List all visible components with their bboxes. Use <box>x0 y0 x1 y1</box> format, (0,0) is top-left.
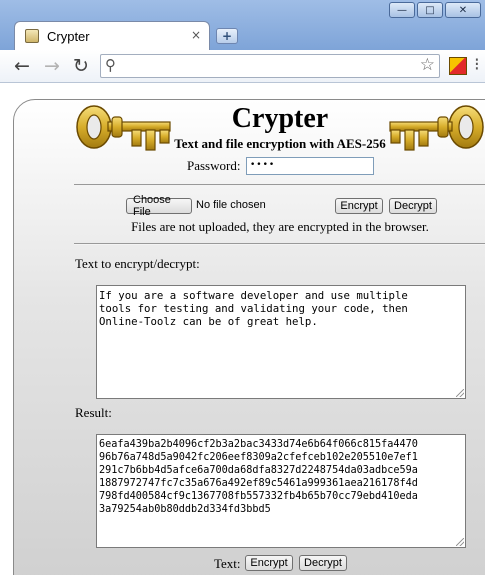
no-file-text: No file chosen <box>196 199 266 211</box>
forward-button[interactable]: → <box>41 55 63 77</box>
file-encrypt-button[interactable]: Encrypt <box>335 198 383 214</box>
tab-title: Crypter <box>47 28 90 44</box>
text-encrypt-button[interactable]: Encrypt <box>245 555 293 571</box>
choose-file-button[interactable]: Choose File <box>126 194 192 218</box>
extension-icon[interactable] <box>449 57 467 75</box>
new-tab-button[interactable]: + <box>216 28 238 44</box>
divider-top <box>74 184 485 186</box>
wrench-menu-icon[interactable]: ⁝ <box>474 54 480 75</box>
result-label: Result: <box>75 405 112 420</box>
back-button[interactable]: ← <box>11 55 33 77</box>
favicon-icon <box>25 29 39 43</box>
page-title: Crypter <box>231 103 329 134</box>
text-action-label: Text: <box>214 556 241 571</box>
maximize-button[interactable]: □ <box>417 2 443 18</box>
password-input[interactable]: •••• <box>246 157 374 175</box>
text-decrypt-button[interactable]: Decrypt <box>299 555 347 571</box>
tab-close-icon[interactable]: × <box>191 28 201 42</box>
input-textarea[interactable]: If you are a software developer and use … <box>96 285 466 399</box>
search-icon: ⚲ <box>105 56 116 74</box>
input-label: Text to encrypt/decrypt: <box>75 256 200 271</box>
close-window-button[interactable]: ✕ <box>445 2 481 18</box>
password-label: Password: <box>187 158 241 173</box>
result-resize-handle[interactable] <box>456 538 464 546</box>
divider-bottom <box>74 243 485 245</box>
page-subtitle: Text and file encryption with AES-256 <box>174 136 386 151</box>
bookmark-star-icon[interactable]: ☆ <box>420 55 435 75</box>
result-textarea[interactable]: 6eafa439ba2b4096cf2b3a2bac3433d74e6b64f0… <box>96 434 466 548</box>
address-bar[interactable]: ⚲ ☆ <box>100 54 440 78</box>
file-note: Files are not uploaded, they are encrypt… <box>131 219 429 234</box>
window-controls: — □ ✕ <box>389 2 481 18</box>
browser-toolbar: ← → ↻ ⚲ ☆ <box>0 50 485 83</box>
input-resize-handle[interactable] <box>456 389 464 397</box>
file-decrypt-button[interactable]: Decrypt <box>389 198 437 214</box>
minimize-button[interactable]: — <box>389 2 415 18</box>
browser-tab-crypter[interactable]: Crypter × <box>14 21 210 50</box>
reload-button[interactable]: ↻ <box>70 55 92 77</box>
